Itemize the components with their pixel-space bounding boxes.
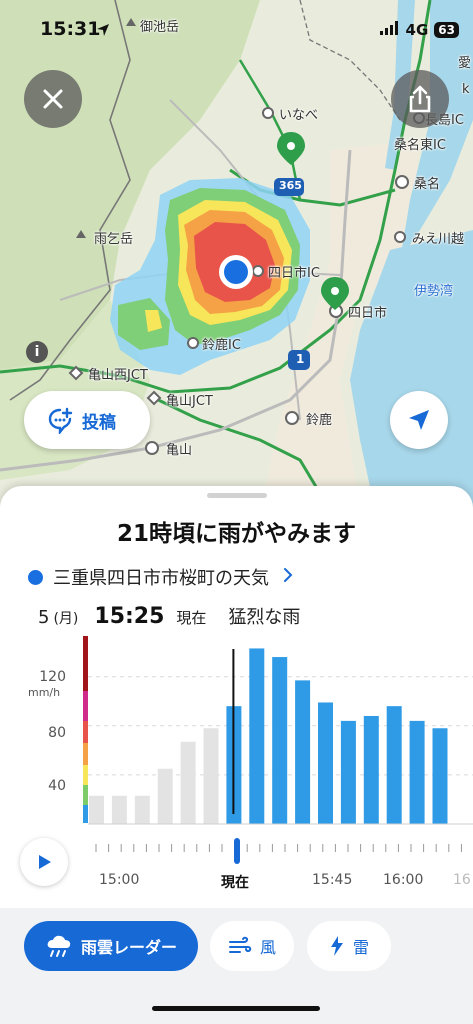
rainfall-chart-svg (83, 636, 473, 825)
date-day: 5 (38, 607, 50, 628)
timeline-label-1600: 16:00 (383, 872, 424, 888)
location-text: 三重県四日市市桜町の天気 (53, 568, 269, 589)
map-label-kameyama-nishi-jct: 亀山西JCT (88, 368, 148, 383)
map-label-kuwana-higashi-ic: 桑名東IC (394, 138, 446, 153)
tab-wind-label: 風 (259, 938, 276, 957)
y-axis-unit: mm/h (28, 686, 61, 699)
post-button[interactable]: 投稿 (24, 391, 150, 449)
forecast-bar-12 (363, 715, 379, 824)
rain-cloud-icon (47, 935, 71, 957)
forecast-bar-8 (272, 657, 288, 824)
map-label-suzuka: 鈴鹿 (306, 413, 333, 428)
timeline-handle[interactable] (234, 838, 240, 864)
timeline-scrubber[interactable]: 15:00 現在 15:45 16:00 16 (0, 830, 473, 910)
share-button[interactable] (391, 70, 449, 128)
map-label-mie-kawagoe: みえ川越 (412, 232, 465, 247)
forecast-title: 21時頃に雨がやみます (116, 521, 356, 547)
wind-icon (228, 936, 252, 953)
past-bar-1 (111, 795, 127, 824)
forecast-bar-13 (386, 706, 402, 824)
route-1-shield: 1 (296, 352, 305, 366)
map-label-amagodake: 雨乞岳 (94, 232, 134, 247)
selected-time: 15:25 (94, 604, 165, 629)
map-label-edge-k: k (462, 82, 470, 97)
status-time: 15:31 (40, 18, 101, 40)
home-indicator (152, 1006, 320, 1011)
past-bar-5 (203, 728, 219, 824)
chevron-right-icon (283, 567, 293, 587)
close-icon (43, 89, 63, 109)
timeline-label-16-partial: 16 (453, 872, 471, 888)
rain-condition: 猛烈な雨 (228, 607, 301, 628)
route-365-shield: 365 (279, 179, 302, 192)
y-tick-120: 120 (39, 669, 66, 685)
past-bar-4 (180, 741, 196, 824)
post-button-label: 投稿 (82, 412, 116, 433)
share-icon (409, 85, 431, 113)
tab-wind[interactable]: 風 (210, 921, 294, 971)
map-label-yokkaichi: 四日市 (348, 306, 388, 321)
info-icon[interactable]: i (26, 341, 48, 363)
y-tick-40: 40 (48, 778, 66, 794)
navigation-arrow-icon (409, 410, 429, 430)
signal-icon (379, 20, 400, 39)
tab-rain-radar-label: 雨雲レーダー (80, 938, 177, 957)
sheet-grabber[interactable] (207, 493, 267, 498)
timeline-label-now: 現在 (221, 875, 249, 891)
map-label-kuwana: 桑名 (414, 177, 441, 192)
date-weekday: (月) (53, 611, 79, 627)
current-location-button[interactable] (390, 391, 448, 449)
now-label: 現在 (176, 609, 207, 627)
map-label-kameyama-jct: 亀山JCT (166, 394, 213, 409)
map-label-ise-bay: 伊勢湾 (414, 284, 454, 299)
past-bar-2 (134, 795, 150, 824)
timeline-label-1545: 15:45 (312, 872, 353, 888)
past-bar-0 (89, 795, 104, 824)
forecast-bar-9 (295, 680, 311, 824)
status-bar: 15:31 4G 63 (0, 0, 473, 56)
map-label-yokkaichi-ic: 四日市IC (268, 266, 320, 281)
close-button[interactable] (24, 70, 82, 128)
forecast-bar-11 (340, 720, 356, 824)
map-label-suzuka-ic: 鈴鹿IC (202, 338, 241, 353)
tab-thunder[interactable]: 雷 (307, 921, 391, 971)
tab-thunder-label: 雷 (352, 938, 369, 957)
lightning-icon (330, 936, 343, 956)
post-bubble-icon (48, 407, 73, 434)
tab-rain-radar[interactable]: 雨雲レーダー (24, 921, 198, 971)
map-label-inabe: いなべ (279, 108, 319, 123)
past-bar-3 (157, 768, 173, 824)
rainfall-chart[interactable]: mm/h 40 80 120 (0, 634, 473, 830)
location-link[interactable]: 三重県四日市市桜町の天気 (28, 564, 293, 590)
battery-icon: 63 (434, 21, 459, 38)
current-time-row: 5 (月) 15:25 現在 猛烈な雨 (38, 603, 300, 629)
y-tick-80: 80 (48, 725, 66, 741)
forecast-bar-14 (409, 720, 425, 824)
bottom-tab-bar: 雨雲レーダー 風 雷 (0, 908, 473, 1024)
forecast-bar-15 (432, 728, 448, 824)
forecast-bar-10 (318, 702, 333, 824)
network-type: 4G (405, 20, 429, 39)
timeline-label-1500: 15:00 (99, 872, 140, 888)
forecast-bar-7 (249, 648, 265, 824)
location-arrow-icon (96, 22, 110, 41)
rain-radar-map[interactable]: 御池岳 いなべ 長島IC 桑名東IC 桑名 雨乞岳 みえ川越 四日市IC 伊勢湾… (0, 0, 473, 510)
map-label-kameyama: 亀山 (166, 443, 193, 458)
location-dot-icon (28, 569, 43, 585)
